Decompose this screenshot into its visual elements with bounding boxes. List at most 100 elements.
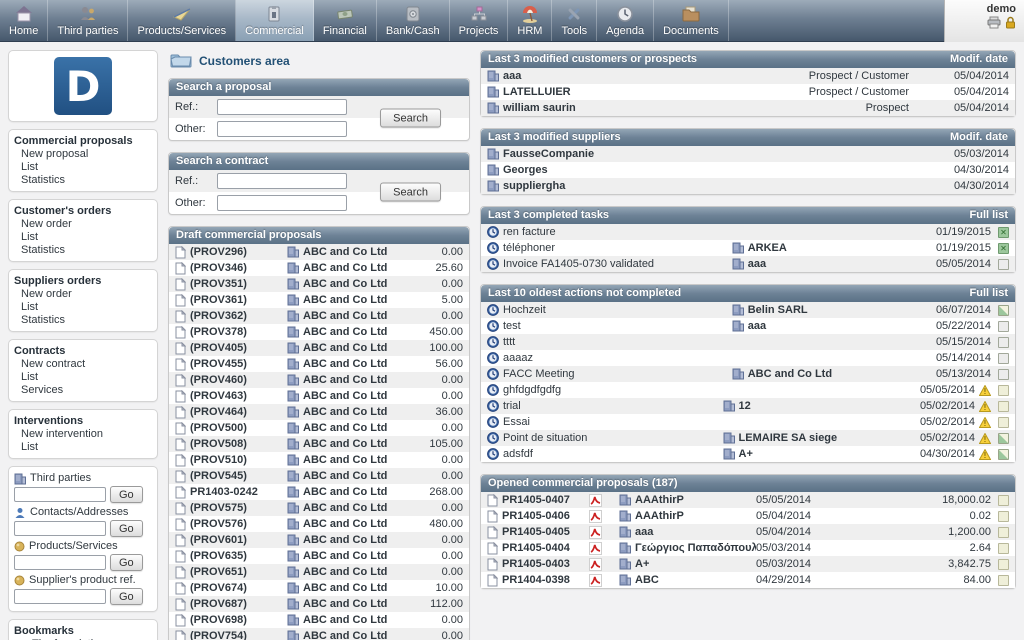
tab-commercial[interactable]: Commercial [236,0,314,41]
go-button[interactable]: Go [110,520,143,537]
sidebar-item[interactable]: New order [14,288,152,301]
company-link[interactable]: aaa [748,319,766,333]
company-link[interactable]: ABC and Co Ltd [303,389,387,403]
contract-ref-input[interactable] [217,173,347,189]
status-checkbox[interactable] [998,559,1009,570]
sidebar-item[interactable]: Statistics [14,244,152,257]
sidebar-box-title[interactable]: Suppliers orders [14,274,152,288]
proposal-ref-link[interactable]: PR1404-0398 [502,573,570,587]
go-button[interactable]: Go [110,486,143,503]
go-button[interactable]: Go [110,554,143,571]
go-button[interactable]: Go [110,588,143,605]
proposal-ref-link[interactable]: (PROV545) [190,469,247,483]
sidebar-item[interactable]: List [14,301,152,314]
supplier-link[interactable]: Georges [503,163,548,177]
company-link[interactable]: ABC and Co Ltd [303,277,387,291]
supplier-link[interactable]: FausseCompanie [503,147,594,161]
tab-projects[interactable]: Projects [450,0,509,41]
customer-link[interactable]: william saurin [503,101,576,115]
company-link[interactable]: ABC and Co Ltd [303,245,387,259]
proposal-ref-link[interactable]: (PROV651) [190,565,247,579]
pdf-icon[interactable] [589,526,619,539]
tab-documents[interactable]: Documents [654,0,729,41]
sidebar-item[interactable]: New proposal [14,148,152,161]
status-checkbox[interactable] [998,369,1009,380]
company-link[interactable]: ABC and Co Ltd [303,533,387,547]
company-link[interactable]: ABC and Co Ltd [303,549,387,563]
company-link[interactable]: ABC and Co Ltd [303,293,387,307]
company-link[interactable]: aaa [635,525,653,539]
tab-hrm[interactable]: HRM [508,0,552,41]
company-link[interactable]: ABC and Co Ltd [303,485,387,499]
search-supplier-ref-input[interactable] [14,589,106,604]
tab-bank-cash[interactable]: Bank/Cash [377,0,450,41]
proposal-ref-link[interactable]: (PROV361) [190,293,247,307]
full-list-link[interactable]: Full list [970,287,1009,300]
logged-user[interactable]: demo [987,3,1016,15]
company-link[interactable]: Γεώργιος Παπαδόπουλος [635,541,756,555]
proposal-ref-link[interactable]: (PROV455) [190,357,247,371]
logout-lock-icon[interactable] [1005,16,1016,29]
proposal-ref-link[interactable]: (PROV510) [190,453,247,467]
sidebar-item[interactable]: New intervention [14,428,152,441]
company-link[interactable]: Belin SARL [748,303,808,317]
status-checkbox[interactable] [998,449,1009,460]
action-link[interactable]: Essai [503,415,530,429]
company-link[interactable]: aaa [748,257,766,271]
status-checkbox[interactable] [998,401,1009,412]
status-checkbox[interactable] [998,385,1009,396]
print-icon[interactable] [987,16,1001,29]
status-checkbox[interactable] [998,575,1009,586]
proposal-ref-link[interactable]: (PROV464) [190,405,247,419]
action-link[interactable]: trial [503,399,521,413]
proposal-ref-link[interactable]: PR1403-0242 [190,485,258,499]
proposal-ref-link[interactable]: (PROV500) [190,421,247,435]
status-checkbox[interactable] [998,527,1009,538]
proposal-ref-link[interactable]: PR1405-0406 [502,509,570,523]
tab-third-parties[interactable]: Third parties [48,0,128,41]
pdf-icon[interactable] [589,574,619,587]
task-link[interactable]: ren facture [503,225,556,239]
status-checkbox[interactable] [998,511,1009,522]
action-link[interactable]: Hochzeit [503,303,546,317]
company-link[interactable]: ABC and Co Ltd [303,309,387,323]
sidebar-item[interactable]: New order [14,218,152,231]
proposal-ref-link[interactable]: (PROV460) [190,373,247,387]
company-link[interactable]: ABC and Co Ltd [303,261,387,275]
status-checkbox[interactable] [998,495,1009,506]
proposal-ref-link[interactable]: PR1405-0407 [502,493,570,507]
sidebar-item[interactable]: List [14,161,152,174]
action-link[interactable]: adsfdf [503,447,533,461]
company-link[interactable]: 12 [739,399,751,413]
sidebar-item[interactable]: List [14,231,152,244]
pdf-icon[interactable] [589,494,619,507]
sidebar-item[interactable]: List [14,441,152,454]
company-link[interactable]: ABC and Co Ltd [303,629,387,640]
pdf-icon[interactable] [589,510,619,523]
status-checkbox[interactable] [998,337,1009,348]
proposal-ref-link[interactable]: (PROV635) [190,549,247,563]
company-link[interactable]: ABC and Co Ltd [303,357,387,371]
sidebar-item[interactable]: List [14,371,152,384]
company-link[interactable]: ABC and Co Ltd [303,405,387,419]
company-link[interactable]: ABC [635,573,659,587]
task-link[interactable]: téléphoner [503,241,555,255]
sidebar-box-title[interactable]: Contracts [14,344,152,358]
search-contract-button[interactable]: Search [380,183,441,202]
company-link[interactable]: LEMAIRE SA siege [739,431,838,445]
proposal-ref-link[interactable]: (PROV674) [190,581,247,595]
status-checkbox[interactable] [998,353,1009,364]
company-link[interactable]: ABC and Co Ltd [303,437,387,451]
action-link[interactable]: Point de situation [503,431,587,445]
company-link[interactable]: ABC and Co Ltd [303,501,387,515]
proposal-ref-link[interactable]: (PROV508) [190,437,247,451]
full-list-link[interactable]: Full list [970,209,1009,222]
company-link[interactable]: ABC and Co Ltd [303,453,387,467]
company-link[interactable]: ABC and Co Ltd [303,341,387,355]
task-link[interactable]: Invoice FA1405-0730 validated [503,257,654,271]
sidebar-box-title[interactable]: Interventions [14,414,152,428]
search-contacts-input[interactable] [14,521,106,536]
action-link[interactable]: ghfdgdfgdfg [503,383,561,397]
company-link[interactable]: ABC and Co Ltd [303,325,387,339]
company-link[interactable]: ABC and Co Ltd [303,581,387,595]
